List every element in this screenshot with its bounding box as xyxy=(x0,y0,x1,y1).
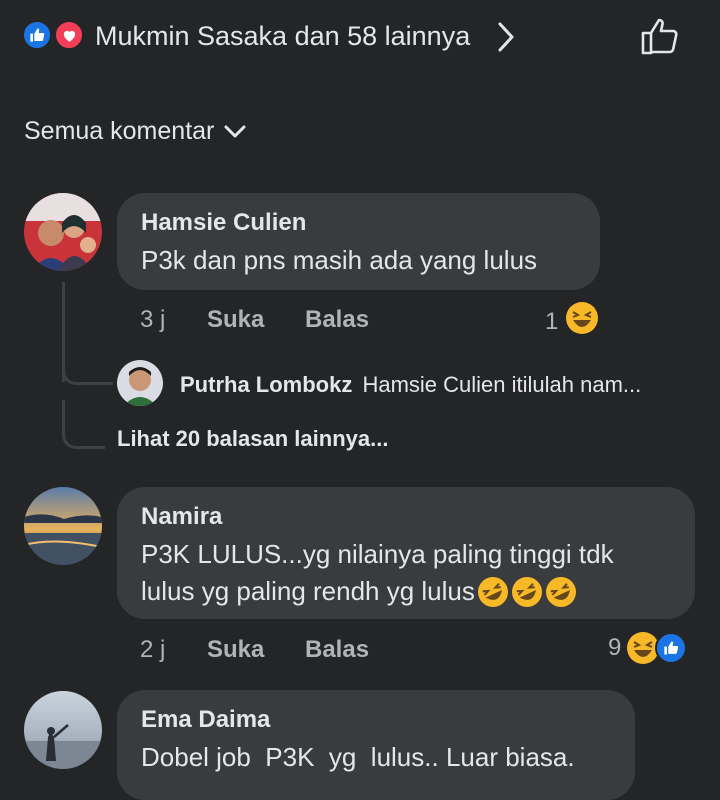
comment-text-line-2: lulus yg paling rendh yg lulus xyxy=(141,573,578,610)
comment-time[interactable]: 3 j xyxy=(140,306,165,334)
view-more-replies-link[interactable]: Lihat 20 balasan lainnya... xyxy=(117,426,388,452)
like-reaction-icon xyxy=(22,20,52,50)
reply-author[interactable]: Putrha Lombokz xyxy=(180,372,352,397)
comment-author[interactable]: Namira xyxy=(141,503,222,531)
avatar-ema-daima[interactable] xyxy=(24,691,102,769)
comment-filter-dropdown[interactable]: Semua komentar xyxy=(24,117,246,146)
haha-reaction-icon xyxy=(564,300,600,343)
avatar-hamsie-culien[interactable] xyxy=(24,193,102,271)
comment-bubble[interactable]: Hamsie Culien P3k dan pns masih ada yang… xyxy=(117,193,600,290)
more-replies-connector xyxy=(62,400,105,449)
like-link[interactable]: Suka xyxy=(207,636,264,664)
like-reaction-icon xyxy=(655,632,688,664)
avatar-putrha-lombokz[interactable] xyxy=(117,360,163,406)
avatar-namira[interactable] xyxy=(24,487,102,565)
rofl-emoji-icon xyxy=(476,575,510,609)
comment-author[interactable]: Hamsie Culien xyxy=(141,209,306,237)
reactions-summary[interactable]: Mukmin Sasaka dan 58 lainnya xyxy=(95,19,470,53)
comment-text-line-1: P3K LULUS...yg nilainya paling tinggi td… xyxy=(141,539,614,569)
reply-preview[interactable]: Putrha Lombokz Hamsie Culien itilulah na… xyxy=(180,372,641,398)
comment-bubble[interactable]: Namira P3K LULUS...yg nilainya paling ti… xyxy=(117,487,695,619)
comment-text: Dobel job P3K yg lulus.. Luar biasa. xyxy=(141,742,575,772)
reply-connector xyxy=(62,340,113,385)
reply-link[interactable]: Balas xyxy=(305,636,369,664)
chevron-down-icon xyxy=(224,117,246,146)
love-reaction-icon xyxy=(54,20,84,50)
comment-filter-label: Semua komentar xyxy=(24,117,215,145)
comment-author[interactable]: Ema Daima xyxy=(141,706,270,734)
comment-reactions[interactable]: 9 xyxy=(608,630,688,666)
comment-time[interactable]: 2 j xyxy=(140,636,165,664)
reply-link[interactable]: Balas xyxy=(305,306,369,334)
rofl-emoji-icon xyxy=(510,575,544,609)
comment-text: P3k dan pns masih ada yang lulus xyxy=(141,245,538,275)
reaction-count: 1 xyxy=(545,307,559,335)
like-link[interactable]: Suka xyxy=(207,306,264,334)
like-button-icon[interactable] xyxy=(638,14,682,63)
reply-text: Hamsie Culien itilulah nam... xyxy=(362,372,642,397)
comment-reactions[interactable]: 1 xyxy=(545,300,600,343)
rofl-emoji-icon xyxy=(544,575,578,609)
reaction-count: 9 xyxy=(608,634,622,661)
chevron-right-icon[interactable] xyxy=(495,20,517,59)
